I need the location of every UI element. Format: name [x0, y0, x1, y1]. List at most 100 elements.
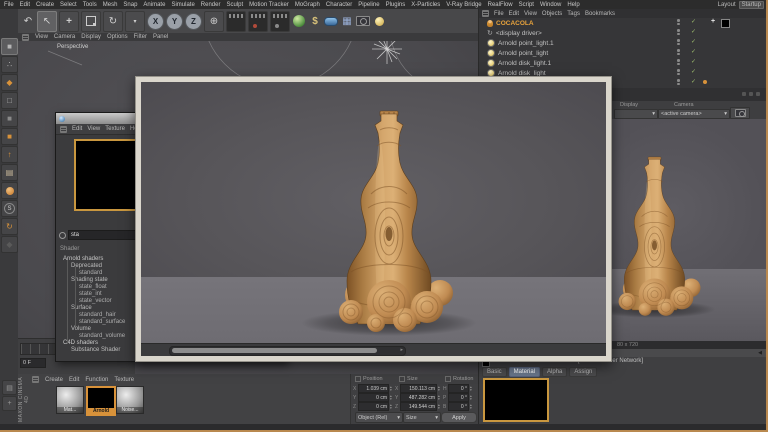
ipr-button-icon[interactable]: [756, 92, 760, 96]
tab-basic[interactable]: Basic: [482, 367, 507, 377]
mat-menu-edit[interactable]: Edit: [69, 377, 79, 383]
points-mode-icon[interactable]: ∴: [1, 56, 18, 73]
viewport-nav-icon[interactable]: [1, 182, 18, 199]
menu-select[interactable]: Select: [60, 2, 77, 8]
menu-vray-bridge[interactable]: V-Ray Bridge: [446, 2, 481, 8]
visibility-dots[interactable]: [677, 39, 680, 45]
render-viewer-window[interactable]: ▸: [135, 76, 612, 362]
stepper-icon[interactable]: ▴ ▾: [470, 385, 472, 392]
sh-menu-edit[interactable]: Edit: [72, 126, 82, 132]
vp-menu-camera[interactable]: Camera: [54, 34, 75, 40]
om-menu-file[interactable]: File: [494, 11, 504, 17]
menu-realflow[interactable]: RealFlow: [488, 2, 513, 8]
menu-animate[interactable]: Animate: [143, 2, 165, 8]
menu-tools[interactable]: Tools: [83, 2, 97, 8]
menu-plugins[interactable]: Plugins: [386, 2, 406, 8]
object-row-point-light[interactable]: Arnold point_light ✓: [479, 48, 767, 58]
menu-mograph[interactable]: MoGraph: [295, 2, 320, 8]
sh-menu-texture[interactable]: Texture: [105, 126, 125, 132]
size-x-field[interactable]: 150.113 cm: [400, 384, 437, 393]
visibility-dots[interactable]: [677, 29, 680, 35]
move-icon[interactable]: +: [59, 10, 79, 32]
tab-alpha[interactable]: Alpha: [542, 367, 568, 377]
render-view-icon[interactable]: [226, 10, 246, 32]
position-x-field[interactable]: 1.039 cm: [358, 384, 389, 393]
render-settings-icon[interactable]: [270, 10, 290, 32]
mat-menu-function[interactable]: Function: [85, 377, 108, 383]
render-picture-viewer-icon[interactable]: [248, 10, 268, 32]
tab-assign[interactable]: Assign: [569, 367, 598, 377]
menu-mesh[interactable]: Mesh: [103, 2, 118, 8]
floor-sphere-icon[interactable]: [292, 15, 306, 27]
stepper-icon[interactable]: ▴ ▾: [390, 385, 392, 392]
light-icon[interactable]: [372, 16, 386, 26]
rotation-p-field[interactable]: 0 °: [448, 393, 469, 402]
display-dropdown[interactable]: ▾: [614, 109, 658, 119]
quantize-icon[interactable]: ◆: [1, 236, 18, 253]
hand-tool-icon[interactable]: +: [2, 396, 17, 411]
stepper-icon[interactable]: ▴ ▾: [470, 403, 472, 410]
menu-simulate[interactable]: Simulate: [171, 2, 194, 8]
ipr-button-icon[interactable]: [742, 92, 746, 96]
menu-file[interactable]: File: [4, 2, 14, 8]
vp-menu-options[interactable]: Options: [107, 34, 128, 40]
object-mode-icon[interactable]: ■: [1, 128, 18, 145]
menu-help[interactable]: Help: [567, 2, 579, 8]
scale-icon[interactable]: [81, 10, 101, 32]
object-row-cocacola[interactable]: COCACOLA ✓ +: [479, 18, 767, 28]
menu-render[interactable]: Render: [201, 2, 221, 8]
stepper-icon[interactable]: ▴ ▾: [390, 394, 392, 401]
selection-tag-icon[interactable]: +: [711, 18, 715, 25]
array-icon[interactable]: ▦: [340, 16, 354, 27]
camera-icon[interactable]: [356, 16, 370, 26]
enable-check-icon[interactable]: ✓: [691, 48, 696, 55]
vp-menu-view[interactable]: View: [35, 34, 48, 40]
stepper-icon[interactable]: ▴ ▾: [438, 385, 440, 392]
stepper-icon[interactable]: ▴ ▾: [438, 394, 440, 401]
mat-menu-create[interactable]: Create: [45, 377, 63, 383]
capsule-icon[interactable]: [324, 16, 338, 26]
size-y-field[interactable]: 487.282 cm: [400, 393, 437, 402]
layers-icon[interactable]: ▤: [2, 380, 17, 395]
menu-edit[interactable]: Edit: [20, 2, 30, 8]
position-z-field[interactable]: 0 cm: [358, 402, 389, 411]
object-row-display-driver[interactable]: ↻ <display driver> ✓: [479, 28, 767, 38]
collapse-arrow-icon[interactable]: ◀: [758, 350, 762, 356]
visibility-dots[interactable]: [677, 69, 680, 75]
enable-check-icon[interactable]: ✓: [691, 38, 696, 45]
visibility-dots[interactable]: [677, 59, 680, 65]
menu-create[interactable]: Create: [36, 2, 54, 8]
commerce-icon[interactable]: $: [308, 16, 322, 27]
horizontal-scrollbar[interactable]: ▸: [169, 346, 406, 356]
position-y-field[interactable]: 0 cm: [358, 393, 389, 402]
workplane-icon[interactable]: ◆: [1, 74, 18, 91]
ipr-render-view[interactable]: [612, 119, 766, 341]
viewport-menu-grip-icon[interactable]: [22, 33, 29, 41]
sh-menu-view[interactable]: View: [87, 126, 100, 132]
axis-y-button[interactable]: Y: [166, 12, 183, 30]
material-preview[interactable]: [74, 139, 138, 211]
current-frame-field[interactable]: 0 F: [20, 358, 46, 368]
stepper-icon[interactable]: ▴ ▾: [438, 403, 440, 410]
material-thumb-noise[interactable]: Noise...: [116, 386, 144, 414]
menu-motion-tracker[interactable]: Motion Tracker: [249, 2, 289, 8]
mat-grip-icon[interactable]: [32, 376, 39, 383]
layout-value-button[interactable]: Startup: [738, 1, 764, 9]
apply-button[interactable]: Apply: [441, 412, 477, 423]
rotation-b-field[interactable]: 0 °: [448, 402, 469, 411]
visibility-dots[interactable]: [677, 49, 680, 55]
vp-menu-filter[interactable]: Filter: [134, 34, 147, 40]
rotate-band-icon[interactable]: ↻: [1, 218, 18, 235]
menu-xparticles[interactable]: X-Particles: [411, 2, 440, 8]
menu-window[interactable]: Window: [540, 2, 561, 8]
size-z-field[interactable]: 149.544 cm: [400, 402, 437, 411]
viewport-label[interactable]: Perspective: [57, 44, 88, 50]
polygons-mode-icon[interactable]: ■: [1, 110, 18, 127]
object-row-point-light-1[interactable]: Arnold point_light.1 ✓: [479, 38, 767, 48]
vp-menu-display[interactable]: Display: [81, 34, 101, 40]
snap-icon[interactable]: S: [1, 200, 18, 217]
stepper-icon[interactable]: ▴ ▾: [390, 403, 392, 410]
material-preview-swatch[interactable]: [483, 378, 549, 422]
ipr-camera-icon[interactable]: [730, 107, 750, 119]
enable-check-icon[interactable]: ✓: [691, 58, 696, 65]
